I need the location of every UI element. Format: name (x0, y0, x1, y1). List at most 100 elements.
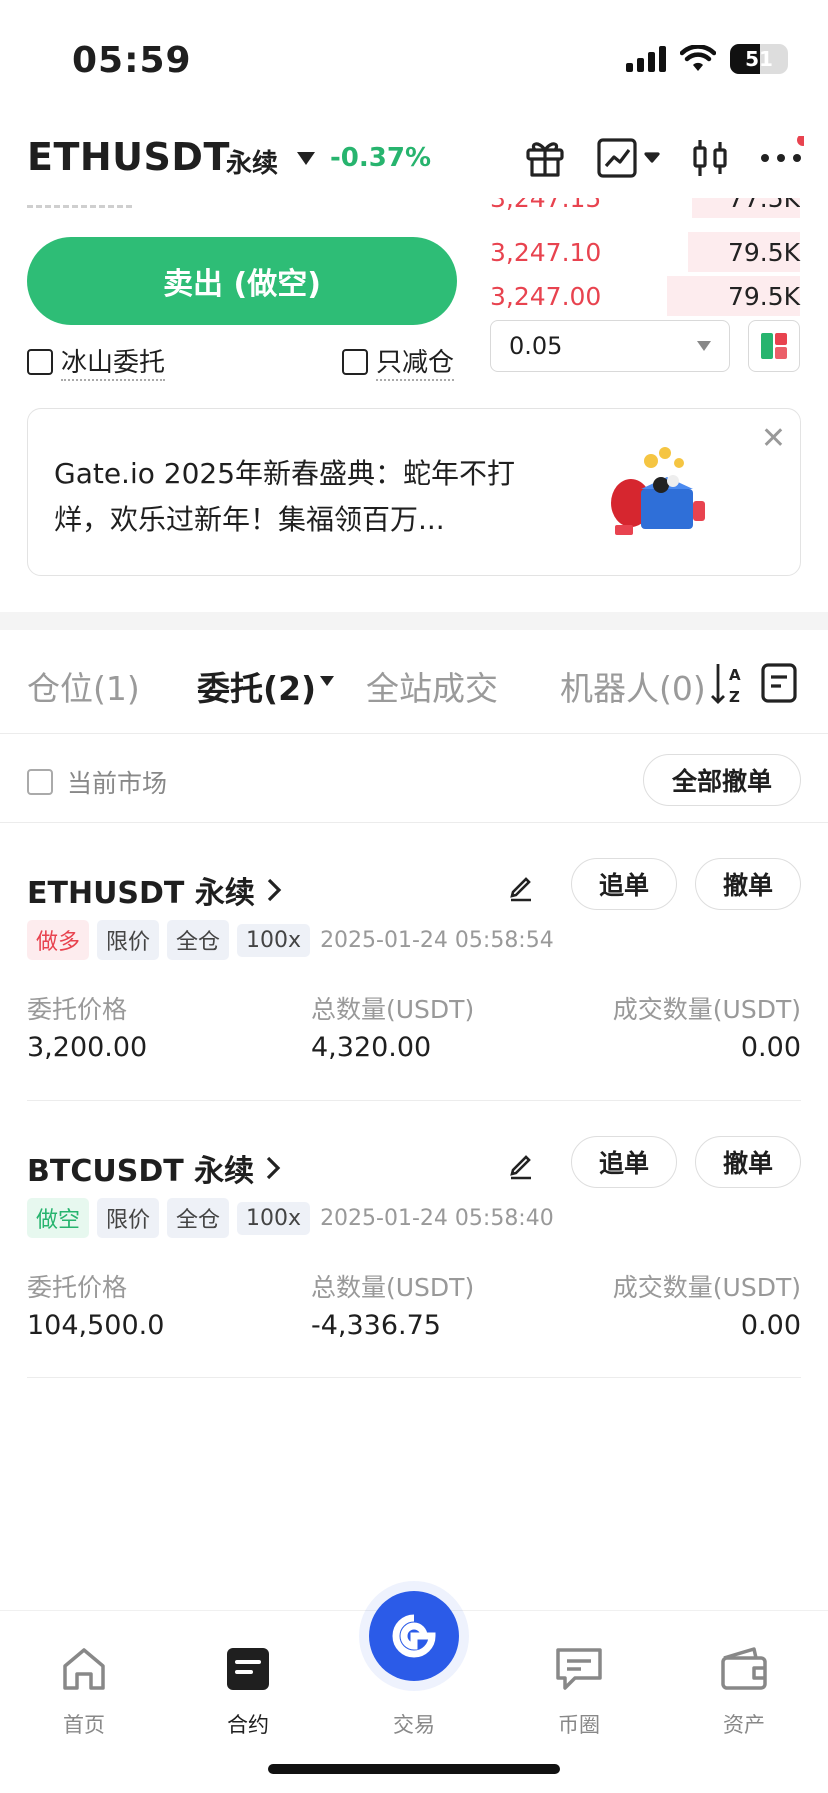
chat-bubble-icon (519, 1641, 639, 1697)
nav-item-assets[interactable]: 资产 (684, 1641, 804, 1739)
tab-all-trades[interactable]: 全站成交 (366, 662, 498, 710)
iceberg-label: 冰山委托 (61, 342, 166, 381)
ask-price: 3,247.15 (490, 198, 602, 213)
tab-orders[interactable]: 委托(2) (197, 662, 316, 710)
order-history-icon[interactable] (760, 662, 798, 708)
sort-az-icon[interactable]: A Z (710, 660, 744, 712)
promo-banner[interactable]: Gate.io 2025年新春盛典：蛇年不打烊，欢乐过新年！集福领百万... ✕ (27, 408, 801, 576)
depth-precision-select[interactable]: 0.05 (490, 320, 730, 372)
nav-label: 资产 (723, 1713, 765, 1737)
order-book-ask-row[interactable]: 3,247.10 79.5K (490, 232, 800, 272)
contract-type[interactable]: 永续 (226, 143, 278, 180)
trade-button[interactable] (369, 1591, 459, 1681)
svg-text:A: A (729, 666, 741, 684)
reduce-only-checkbox[interactable] (342, 348, 368, 375)
reduce-only-label: 只减仓 (376, 342, 455, 381)
margin-tag: 全仓 (167, 1198, 230, 1238)
cancel-order-button[interactable]: 撤单 (695, 858, 801, 910)
caret-down-icon (697, 341, 711, 351)
gift-icon[interactable] (522, 136, 568, 180)
order-filled: 0.00 (740, 1310, 801, 1341)
side-tag: 做多 (27, 920, 90, 960)
battery-icon: 51 (730, 44, 788, 74)
tab-bots-clip: 机器人(0) (560, 662, 710, 708)
gift-box-illustration (611, 447, 705, 535)
order-tags: 做空 限价 全仓 100x 2025-01-24 05:58:40 (27, 1198, 554, 1238)
order-book-ask-row[interactable]: 3,247.00 79.5K (490, 276, 800, 316)
battery-level: 51 (745, 47, 773, 71)
order-amount: 4,320.00 (311, 1032, 432, 1063)
amount-label: 总数量(USDT) (311, 1273, 475, 1302)
home-icon (24, 1641, 144, 1697)
edit-icon[interactable] (506, 872, 536, 902)
nav-item-square[interactable]: 币圈 (519, 1641, 639, 1739)
divider (27, 1377, 801, 1378)
cancel-all-button[interactable]: 全部撤单 (643, 754, 801, 806)
tab-bots[interactable]: 机器人(0) (560, 662, 706, 708)
more-icon[interactable] (758, 136, 804, 180)
nav-item-futures[interactable]: 合约 (188, 1641, 308, 1739)
caret-down-icon[interactable] (320, 676, 334, 686)
ask-price: 3,247.10 (490, 238, 602, 267)
wallet-icon (684, 1641, 804, 1697)
divider (0, 733, 828, 734)
orderbook-layout-button[interactable] (748, 320, 800, 372)
status-icons: 51 (626, 44, 788, 74)
reduce-only-option[interactable]: 只减仓 (342, 342, 455, 381)
edit-icon[interactable] (506, 1150, 536, 1180)
chase-order-button[interactable]: 追单 (571, 858, 677, 910)
current-market-checkbox[interactable] (27, 769, 53, 795)
filled-label: 成交数量(USDT) (612, 995, 801, 1024)
tab-positions[interactable]: 仓位(1) (27, 662, 140, 710)
leverage-tag: 100x (237, 923, 311, 957)
price-change: -0.37% (330, 143, 431, 173)
chevron-right-icon (266, 1156, 281, 1180)
nav-label: 合约 (227, 1713, 269, 1737)
caret-down-icon[interactable] (297, 152, 315, 165)
order-time: 2025-01-24 05:58:40 (320, 1205, 554, 1231)
margin-tag: 全仓 (167, 920, 230, 960)
price-label: 委托价格 (27, 1273, 128, 1302)
order-symbol-link[interactable]: ETHUSDT 永续 (27, 868, 283, 912)
nav-item-home[interactable]: 首页 (24, 1641, 144, 1739)
banner-text: Gate.io 2025年新春盛典：蛇年不打烊，欢乐过新年！集福领百万... (54, 457, 516, 536)
ask-qty: 77.5K (727, 198, 800, 213)
candlestick-icon[interactable] (690, 136, 730, 180)
order-price: 3,200.00 (27, 1032, 148, 1063)
cancel-order-button[interactable]: 撤单 (695, 1136, 801, 1188)
sell-short-button[interactable]: 卖出 (做空) (27, 237, 457, 325)
side-tag: 做空 (27, 1198, 90, 1238)
chart-icon[interactable] (596, 136, 666, 180)
order-type-tag: 限价 (97, 1198, 160, 1238)
close-icon[interactable]: ✕ (761, 421, 786, 456)
order-symbol-link[interactable]: BTCUSDT 永续 (27, 1146, 282, 1190)
order-type-tag: 限价 (97, 920, 160, 960)
current-market-filter[interactable]: 当前市场 (27, 764, 167, 800)
nav-label: 交易 (393, 1713, 435, 1737)
price-label: 委托价格 (27, 995, 128, 1024)
layout-icon (761, 333, 787, 359)
svg-text:Z: Z (729, 688, 740, 706)
wifi-icon (680, 45, 716, 71)
section-divider (0, 612, 828, 630)
iceberg-order-option[interactable]: 冰山委托 (27, 342, 166, 381)
chevron-right-icon (267, 878, 282, 902)
order-time: 2025-01-24 05:58:54 (320, 927, 554, 953)
order-symbol: ETHUSDT 永续 (27, 876, 255, 911)
divider (0, 822, 828, 823)
bottom-nav: 首页 合约 交易 币圈 资产 (0, 1591, 828, 1793)
filled-label: 成交数量(USDT) (612, 1273, 801, 1302)
order-symbol: BTCUSDT 永续 (27, 1154, 255, 1189)
symbol-title[interactable]: ETHUSDT (27, 135, 230, 179)
futures-icon (188, 1641, 308, 1697)
order-book-ask-row[interactable]: 3,247.15 77.5K (490, 198, 800, 218)
iceberg-checkbox[interactable] (27, 348, 53, 375)
order-card: BTCUSDT 永续 追单 撤单 做空 限价 全仓 100x 2025-01-2… (0, 1128, 828, 1378)
cellular-signal-icon (626, 46, 666, 72)
nav-label: 首页 (63, 1713, 105, 1737)
ask-qty: 79.5K (727, 282, 800, 311)
order-book-ask-clipped: 3,247.15 77.5K (490, 198, 800, 218)
order-price: 104,500.0 (27, 1310, 165, 1341)
chase-order-button[interactable]: 追单 (571, 1136, 677, 1188)
leverage-tag: 100x (237, 1201, 311, 1235)
